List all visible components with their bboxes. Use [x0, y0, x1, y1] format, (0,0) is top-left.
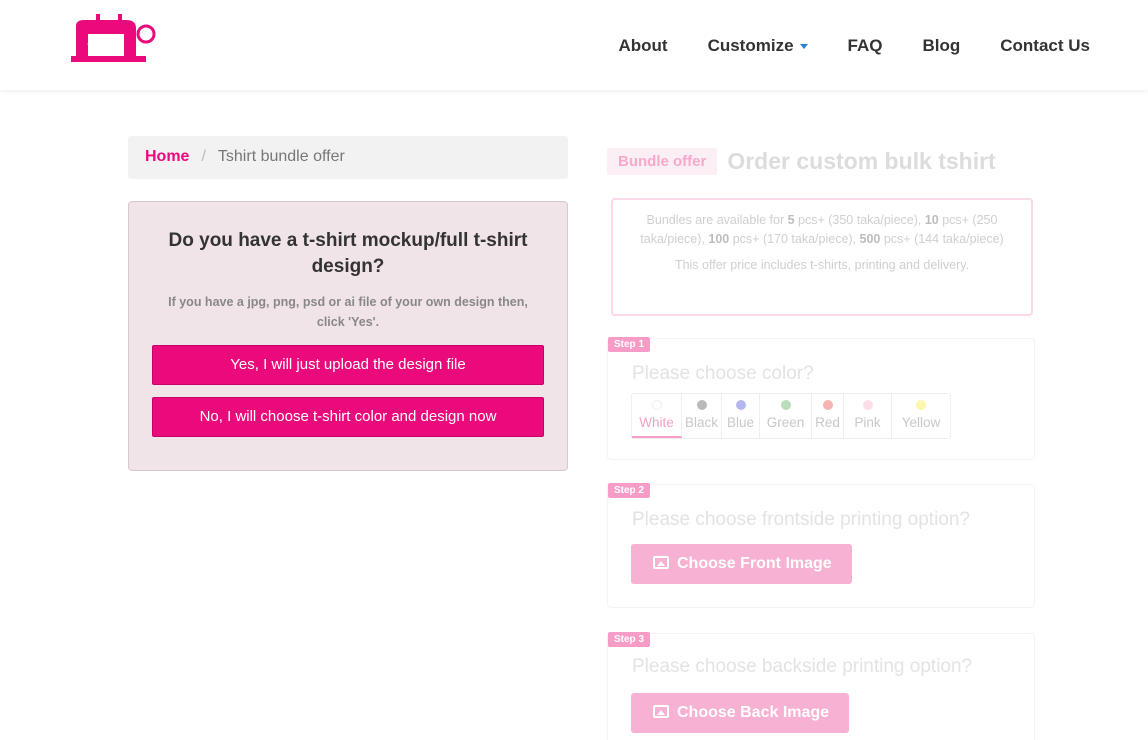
- color-option-label: White: [639, 415, 674, 430]
- color-swatch-icon: [822, 400, 833, 410]
- order-title: Order custom bulk tshirt: [727, 147, 996, 174]
- offer-text: Bundles are available for 5 pcs+ (350 ta…: [627, 211, 1017, 249]
- offer-text-part: Bundles are available for: [646, 213, 788, 227]
- step-3-back: Step 3 Please choose backside printing o…: [607, 632, 1035, 740]
- color-option-pink[interactable]: Pink: [844, 394, 892, 438]
- color-swatch-icon: [696, 400, 707, 410]
- step-3-tag: Step 3: [608, 632, 651, 647]
- svg-text:দর্জি: দর্জি: [87, 39, 113, 56]
- choose-back-image-button[interactable]: Choose Back Image: [631, 693, 850, 733]
- color-option-yellow[interactable]: Yellow: [892, 394, 950, 438]
- upload-design-button[interactable]: Yes, I will just upload the design file: [152, 345, 544, 385]
- nav-about[interactable]: About: [618, 36, 667, 56]
- offer-info-box: Bundles are available for 5 pcs+ (350 ta…: [611, 198, 1033, 316]
- step-2-tag: Step 2: [608, 483, 651, 498]
- color-option-label: Red: [815, 415, 840, 430]
- nav-contact[interactable]: Contact Us: [1000, 36, 1090, 56]
- breadcrumb-home[interactable]: Home: [145, 148, 189, 165]
- color-option-label: Blue: [726, 415, 755, 430]
- color-option-label: Green: [766, 415, 805, 430]
- offer-qty: 10: [924, 213, 939, 227]
- offer-text-part: pcs+ (170 taka/piece),: [729, 232, 860, 246]
- color-swatch-icon: [780, 400, 791, 410]
- step-1-color: Step 1 Please choose color? White Black Bl…: [607, 337, 1035, 460]
- navbar: দর্জি About Customize FAQ Blog Contact U…: [0, 0, 1148, 90]
- color-option-green[interactable]: Green: [760, 394, 812, 438]
- darji-logo[interactable]: দর্জি: [66, 12, 156, 68]
- image-icon: [653, 556, 669, 569]
- step-1-tag: Step 1: [608, 337, 651, 352]
- color-swatch-icon: [735, 400, 746, 410]
- color-option-label: Black: [684, 415, 718, 430]
- image-icon: [653, 705, 669, 718]
- offer-qty: 500: [859, 232, 881, 246]
- color-option-blue[interactable]: Blue: [722, 394, 760, 438]
- choose-back-image-label: Choose Back Image: [677, 704, 830, 721]
- bundle-offer-badge: Bundle offer: [607, 147, 718, 175]
- nav-customize[interactable]: Customize: [708, 36, 808, 56]
- offer-note: This offer price includes t-shirts, prin…: [674, 258, 970, 272]
- color-option-red[interactable]: Red: [812, 394, 844, 438]
- offer-text-part: pcs+ (350 taka/piece),: [794, 213, 925, 227]
- breadcrumb-separator: /: [201, 148, 206, 165]
- color-swatch-icon: [916, 400, 926, 410]
- choose-front-image-button[interactable]: Choose Front Image: [631, 544, 852, 584]
- choose-front-image-label: Choose Front Image: [677, 555, 832, 572]
- step-3-question: Please choose backside printing option?: [632, 656, 973, 677]
- color-option-label: Pink: [854, 415, 881, 430]
- choose-design-button[interactable]: No, I will choose t-shirt color and desi…: [152, 397, 544, 437]
- order-title-row: Bundle offer Order custom bulk tshirt: [607, 140, 1037, 182]
- mockup-question-panel: Do you have a t-shirt mockup/full t-shir…: [128, 201, 568, 471]
- caret-down-icon: [799, 44, 808, 50]
- mockup-question: Do you have a t-shirt mockup/full t-shir…: [168, 230, 528, 277]
- step-2-front: Step 2 Please choose frontside printing …: [607, 483, 1035, 608]
- color-swatch-icon: [651, 400, 662, 410]
- nav-blog[interactable]: Blog: [922, 36, 960, 56]
- step-2-question: Please choose frontside printing option?: [632, 509, 971, 530]
- color-option-label: Yellow: [901, 415, 941, 430]
- step-1-question: Please choose color?: [632, 363, 814, 384]
- color-option-white[interactable]: White: [632, 394, 682, 438]
- offer-qty: 100: [708, 232, 730, 246]
- order-form: Bundle offer Order custom bulk tshirt Bu…: [607, 140, 1037, 740]
- color-option-black[interactable]: Black: [682, 394, 722, 438]
- nav-links: About Customize FAQ Blog Contact Us: [578, 36, 1090, 56]
- offer-qty: 5: [787, 213, 795, 227]
- color-swatch-icon: [862, 400, 873, 410]
- nav-customize-label: Customize: [707, 36, 794, 55]
- mockup-hint: If you have a jpg, png, psd or ai file o…: [168, 295, 528, 329]
- nav-faq[interactable]: FAQ: [848, 36, 883, 56]
- color-options: White Black Blue Green Red Pink Yellow: [631, 393, 951, 439]
- breadcrumb-current: Tshirt bundle offer: [217, 148, 345, 165]
- breadcrumb: Home / Tshirt bundle offer: [128, 136, 568, 179]
- offer-text-part: pcs+ (144 taka/piece): [880, 232, 1004, 246]
